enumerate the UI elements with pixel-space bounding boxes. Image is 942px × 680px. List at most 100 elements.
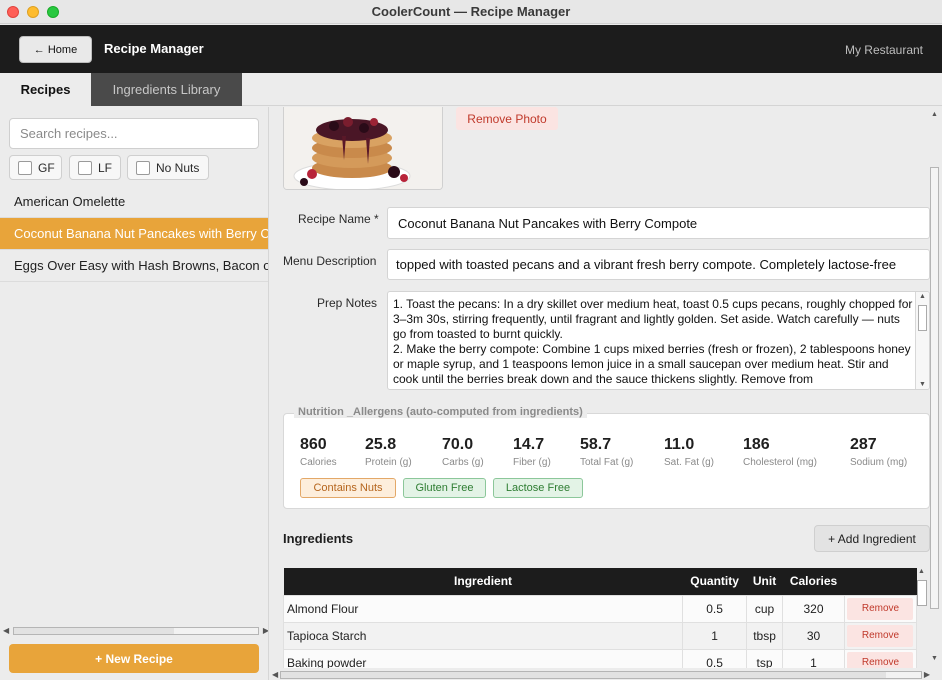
column-header-unit[interactable]: Unit — [746, 568, 783, 595]
nutrition-sat-fat: 11.0 Sat. Fat (g) — [664, 436, 714, 468]
scroll-down-icon[interactable]: ▼ — [931, 655, 938, 662]
scroll-right-icon[interactable]: ▶ — [924, 670, 930, 679]
scroll-thumb[interactable] — [917, 580, 927, 606]
recipe-name-input[interactable]: Coconut Banana Nut Pancakes with Berry C… — [387, 207, 930, 239]
nutrition-label: Calories — [300, 457, 337, 468]
gluten-free-badge: Gluten Free — [403, 478, 486, 498]
scroll-thumb[interactable] — [281, 672, 886, 678]
column-header-ingredient[interactable]: Ingredient — [283, 568, 683, 595]
nutrition-total-fat: 58.7 Total Fat (g) — [580, 436, 633, 468]
search-recipes-input[interactable] — [9, 118, 259, 149]
nutrition-label: Sodium (mg) — [850, 457, 908, 468]
prep-notes-label: Prep Notes — [317, 296, 378, 310]
filter-no-nuts-checkbox[interactable]: No Nuts — [127, 155, 209, 180]
nutrition-carbs: 70.0 Carbs (g) — [442, 436, 484, 468]
scroll-left-icon[interactable]: ◀ — [272, 670, 278, 679]
nutrition-label: Protein (g) — [365, 457, 412, 468]
filter-lf-checkbox[interactable]: LF — [69, 155, 121, 180]
nutrition-value: 58.7 — [580, 436, 612, 453]
menu-description-input[interactable]: topped with toasted pecans and a vibrant… — [387, 249, 930, 280]
quantity-cell[interactable]: 0.5 — [682, 594, 748, 623]
recipe-editor: Remove Photo Recipe Name * Coconut Banan… — [270, 107, 942, 680]
nutrition-value: 860 — [300, 436, 327, 453]
home-button[interactable]: ← Home — [19, 36, 92, 63]
tab-bar: Recipes Ingredients Library — [0, 73, 942, 106]
table-row: Tapioca Starch 1 tbsp 30 Remove — [282, 621, 918, 650]
nutrition-panel: Nutrition _Allergens (auto-computed from… — [283, 406, 930, 509]
actions-cell: Remove — [843, 594, 918, 623]
nutrition-cholesterol: 186 Cholesterol (mg) — [743, 436, 817, 468]
window-titlebar: CoolerCount — Recipe Manager — [0, 0, 942, 24]
scroll-up-icon[interactable]: ▲ — [919, 293, 926, 300]
recipe-list: American Omelette Coconut Banana Nut Pan… — [0, 186, 268, 282]
ingredient-name-cell[interactable]: Tapioca Starch — [282, 621, 684, 650]
remove-photo-button[interactable]: Remove Photo — [456, 107, 558, 130]
scroll-thumb[interactable] — [918, 305, 927, 331]
editor-vertical-scrollbar[interactable]: ▲ ▼ — [928, 107, 942, 669]
menu-description-label: Menu Description — [283, 254, 377, 268]
scroll-up-icon[interactable]: ▲ — [918, 568, 925, 575]
pancake-photo-image — [284, 107, 442, 189]
table-header-row: Ingredient Quantity Unit Calories — [283, 568, 917, 595]
nutrition-value: 25.8 — [365, 436, 397, 453]
nutrition-title: Nutrition _Allergens (auto-computed from… — [294, 406, 587, 418]
restaurant-name: My Restaurant — [844, 43, 923, 57]
scroll-track[interactable] — [930, 167, 939, 609]
filter-gf-label: GF — [38, 160, 55, 175]
remove-ingredient-button[interactable]: Remove — [847, 597, 914, 620]
prep-notes-textarea[interactable]: 1. Toast the pecans: In a dry skillet ov… — [387, 291, 930, 390]
checkbox-icon — [136, 160, 150, 175]
nutrition-label: Total Fat (g) — [580, 457, 634, 468]
calories-cell: 30 — [782, 621, 845, 650]
scroll-down-icon[interactable]: ▼ — [919, 381, 926, 388]
lactose-free-badge: Lactose Free — [493, 478, 583, 498]
column-header-calories[interactable]: Calories — [782, 568, 845, 595]
app-title: Recipe Manager — [104, 41, 204, 56]
new-recipe-button[interactable]: + New Recipe — [9, 644, 259, 673]
column-header-quantity[interactable]: Quantity — [682, 568, 747, 595]
unit-cell[interactable]: tbsp — [746, 621, 784, 650]
contains-nuts-badge: Contains Nuts — [300, 478, 396, 498]
nutrition-label: Cholesterol (mg) — [743, 457, 817, 468]
nutrition-label: Carbs (g) — [442, 457, 484, 468]
unit-cell[interactable]: cup — [746, 594, 784, 623]
quantity-cell[interactable]: 1 — [682, 621, 748, 650]
nutrition-protein: 25.8 Protein (g) — [365, 436, 412, 468]
recipe-sidebar: GF LF No Nuts American Omelette Coconut … — [0, 107, 269, 680]
actions-cell: Remove — [843, 621, 918, 650]
sidebar-horizontal-scrollbar[interactable]: ◀ ▶ — [3, 622, 268, 636]
filter-gf-checkbox[interactable]: GF — [9, 155, 62, 180]
add-ingredient-button[interactable]: + Add Ingredient — [814, 525, 930, 552]
recipe-list-item[interactable]: Eggs Over Easy with Hash Browns, Bacon o… — [0, 250, 268, 282]
scroll-right-icon[interactable]: ▶ — [263, 626, 268, 635]
filter-no-nuts-label: No Nuts — [156, 160, 200, 175]
calories-cell: 320 — [782, 594, 845, 623]
ingredients-heading: Ingredients — [283, 531, 354, 546]
scroll-up-icon[interactable]: ▲ — [931, 111, 938, 118]
nutrition-value: 11.0 — [664, 436, 695, 453]
app-header: ← Home Recipe Manager My Restaurant — [0, 25, 942, 73]
prep-notes-text: 1. Toast the pecans: In a dry skillet ov… — [393, 297, 913, 386]
editor-horizontal-scrollbar[interactable]: ◀ ▶ — [270, 668, 942, 680]
nutrition-calories: 860 Calories — [300, 436, 337, 468]
tab-ingredients-library[interactable]: Ingredients Library — [91, 73, 242, 106]
nutrition-value: 14.7 — [513, 436, 545, 453]
checkbox-icon — [78, 160, 92, 175]
nutrition-value: 70.0 — [442, 436, 474, 453]
recipe-photo — [283, 107, 443, 190]
ingredient-name-cell[interactable]: Almond Flour — [282, 594, 684, 623]
nutrition-label: Sat. Fat (g) — [664, 457, 715, 468]
checkbox-icon — [18, 160, 32, 175]
recipe-list-item-selected[interactable]: Coconut Banana Nut Pancakes with Berry C… — [0, 218, 268, 250]
scroll-thumb[interactable] — [14, 628, 174, 634]
ingredients-table: Ingredient Quantity Unit Calories Almond… — [282, 568, 918, 677]
scroll-left-icon[interactable]: ◀ — [3, 626, 9, 635]
prep-notes-scrollbar[interactable]: ▲ ▼ — [915, 292, 929, 389]
filter-lf-label: LF — [98, 160, 113, 175]
remove-ingredient-button[interactable]: Remove — [847, 624, 914, 647]
recipe-name-label: Recipe Name * — [298, 212, 379, 226]
tab-recipes[interactable]: Recipes — [0, 73, 91, 106]
recipe-list-item[interactable]: American Omelette — [0, 186, 268, 218]
table-vertical-scrollbar[interactable]: ▲ — [915, 568, 929, 668]
nutrition-fiber: 14.7 Fiber (g) — [513, 436, 551, 468]
